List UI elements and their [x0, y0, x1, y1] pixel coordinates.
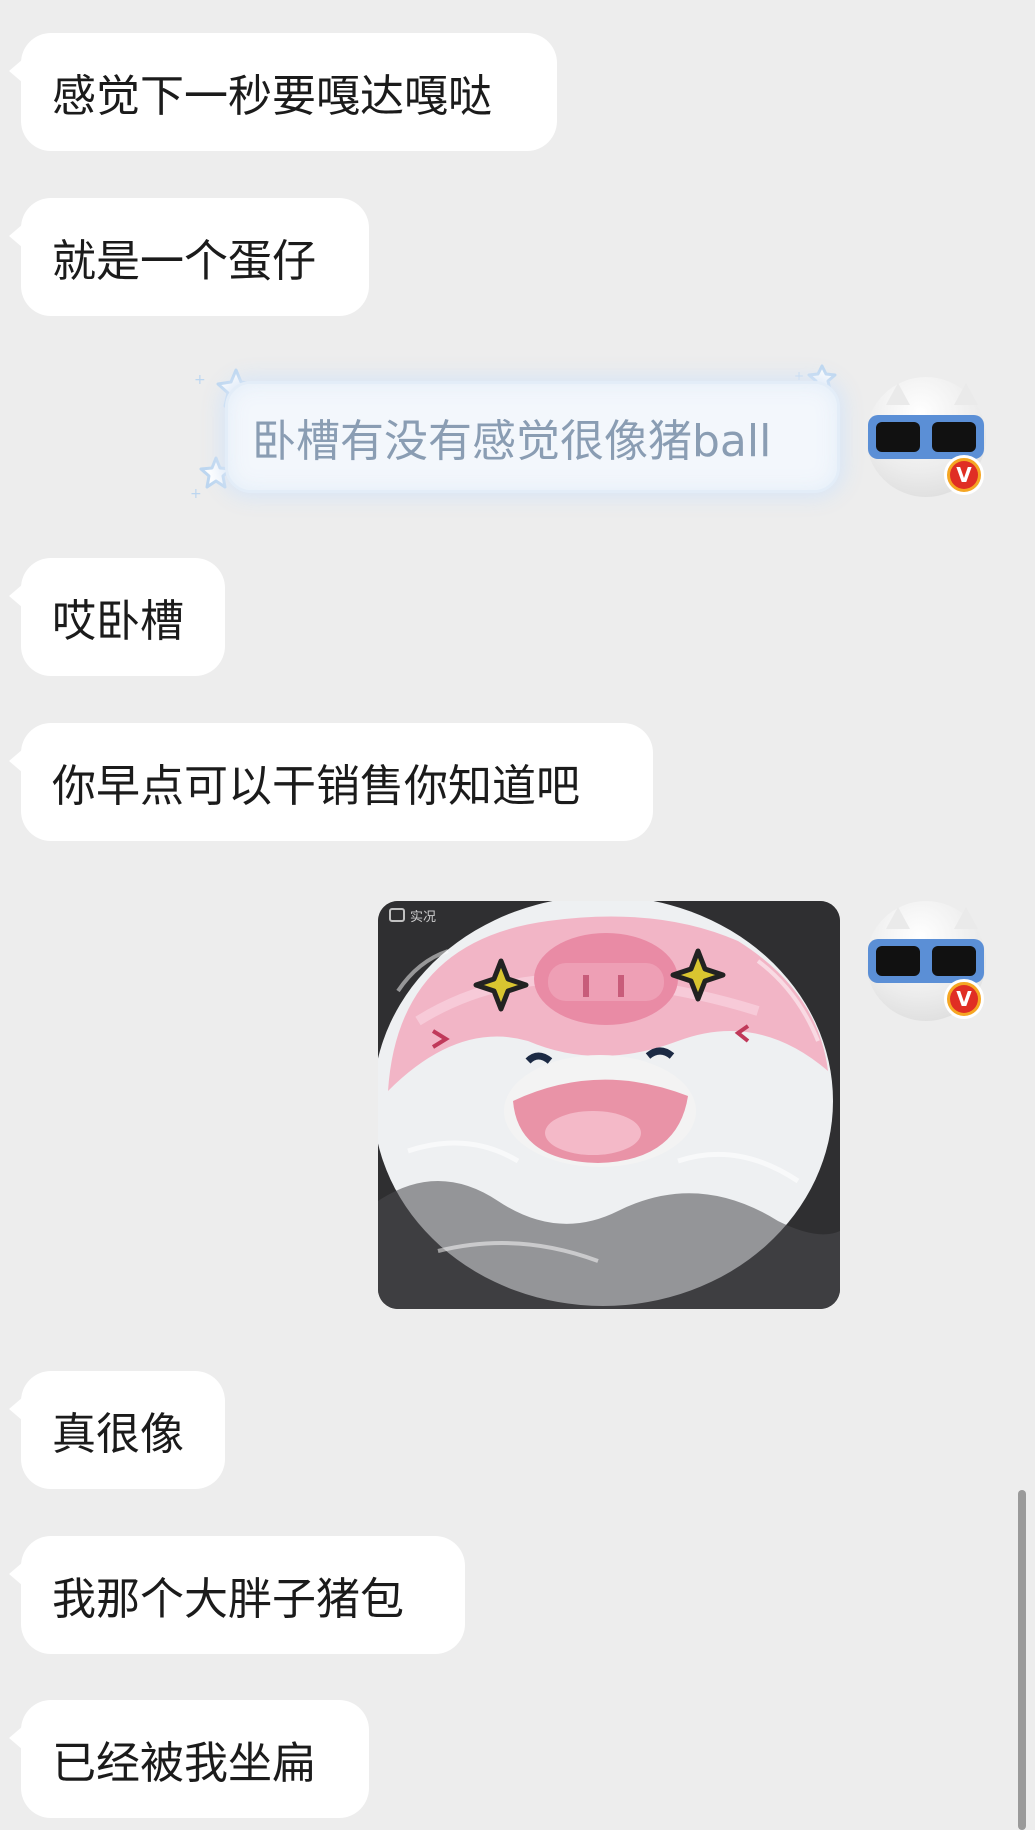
message-text: 已经被我坐扁: [52, 1738, 316, 1789]
message-bubble-incoming[interactable]: 感觉下一秒要嘎达嘎哒: [9, 33, 557, 151]
scrollbar[interactable]: [1018, 1490, 1026, 1830]
message-text: 我那个大胖子猪包: [52, 1574, 404, 1625]
message-text: 真很像: [52, 1409, 184, 1460]
message-text: 就是一个蛋仔: [52, 236, 316, 287]
message-bubble-incoming[interactable]: 你早点可以干销售你知道吧: [9, 723, 653, 841]
message-text: 感觉下一秒要嘎达嘎哒: [52, 71, 492, 122]
svg-text:+: +: [190, 486, 202, 502]
message-bubble-outgoing[interactable]: 卧槽有没有感觉很像猪ball: [225, 381, 840, 493]
user-avatar[interactable]: V: [866, 901, 986, 1021]
message-bubble-incoming[interactable]: 已经被我坐扁: [9, 1700, 369, 1818]
verified-badge: V: [944, 455, 984, 495]
verified-badge-letter: V: [950, 985, 978, 1013]
pig-plush-photo: 实况: [378, 901, 840, 1309]
svg-text:+: +: [194, 372, 206, 388]
image-message[interactable]: 实况: [378, 901, 840, 1309]
message-text: 哎卧槽: [52, 596, 184, 647]
message-bubble-incoming[interactable]: 我那个大胖子猪包: [9, 1536, 465, 1654]
message-text: 你早点可以干销售你知道吧: [52, 761, 580, 812]
message-bubble-incoming[interactable]: 就是一个蛋仔: [9, 198, 369, 316]
message-bubble-incoming[interactable]: 真很像: [9, 1371, 225, 1489]
user-avatar[interactable]: V: [866, 377, 986, 497]
message-text: 卧槽有没有感觉很像猪ball: [252, 416, 772, 467]
live-photo-label: 实况: [410, 910, 436, 925]
verified-badge-letter: V: [950, 461, 978, 489]
message-bubble-incoming[interactable]: 哎卧槽: [9, 558, 225, 676]
verified-badge: V: [944, 979, 984, 1019]
